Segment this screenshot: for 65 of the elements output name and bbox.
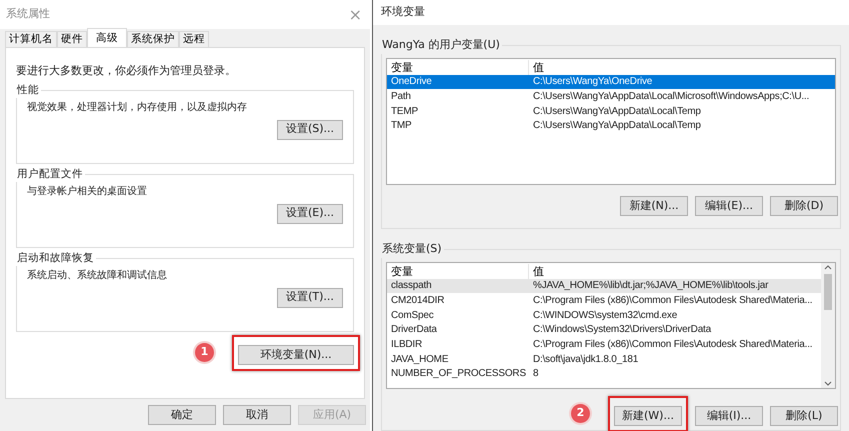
variable-name: classpath bbox=[390, 279, 432, 294]
column-header[interactable]: 值 bbox=[529, 60, 544, 74]
dialog-button[interactable]: 编辑(I)... bbox=[695, 406, 763, 426]
variable-name: JAVA_HOME bbox=[390, 352, 450, 367]
variable-value: C:\Users\WangYa\AppData\Local\Temp bbox=[532, 104, 701, 119]
variable-value: %JAVA_HOME%\lib\dt.jar;%JAVA_HOME%\lib\tools.jar bbox=[532, 279, 768, 294]
dialog-button[interactable]: 删除(L) bbox=[770, 406, 838, 426]
variable-value: D:\soft\java\jdk1.8.0_181 bbox=[532, 352, 638, 367]
group-description: 系统启动、系统故障和调试信息 bbox=[27, 268, 168, 284]
step-marker: 1 bbox=[195, 343, 214, 362]
group-title: 系统变量(S) bbox=[381, 241, 443, 257]
step-marker: 2 bbox=[571, 404, 590, 424]
variable-row[interactable]: JAVA_HOME D:\soft\java\jdk1.8.0_181 bbox=[387, 352, 821, 367]
tab[interactable]: 高级 bbox=[87, 28, 127, 47]
variable-name: Path bbox=[390, 90, 412, 104]
group-title: 性能 bbox=[16, 82, 40, 98]
dialog-button[interactable]: 删除(D) bbox=[770, 196, 838, 216]
variable-name: TEMP bbox=[390, 104, 419, 119]
variable-row[interactable]: DriverData C:\Windows\System32\Drivers\DriverData bbox=[387, 322, 821, 338]
variable-row[interactable]: OneDrive C:\Users\WangYa\OneDrive bbox=[387, 74, 835, 90]
variable-row[interactable]: ComSpec C:\WINDOWS\system32\cmd.exe bbox=[387, 308, 821, 323]
column-header[interactable]: 值 bbox=[529, 264, 544, 278]
dialog-button[interactable]: 新建(N)... bbox=[620, 196, 688, 216]
variable-name: OneDrive bbox=[390, 75, 433, 90]
group-description: 视觉效果，处理器计划，内存使用，以及虚拟内存 bbox=[27, 100, 248, 116]
dialog-button[interactable]: 设置(T)... bbox=[277, 288, 343, 308]
window-title: 环境变量 bbox=[381, 4, 425, 20]
variable-value: 8 bbox=[532, 367, 538, 382]
variable-row[interactable]: NUMBER_OF_PROCESSORS 8 bbox=[387, 366, 821, 382]
dialog-button[interactable]: 新建(W)... bbox=[614, 406, 682, 426]
variable-row[interactable]: Path C:\Users\WangYa\AppData\Local\Microsoft\WindowsApps;C:\U... bbox=[387, 89, 835, 104]
variable-name: CM2014DIR bbox=[390, 294, 446, 308]
window-title: 系统属性 bbox=[6, 6, 50, 22]
variable-value: C:\Windows\System32\Drivers\DriverData bbox=[532, 323, 711, 338]
dialog-button[interactable]: 设置(E)... bbox=[277, 204, 343, 224]
variable-name: ILBDIR bbox=[390, 338, 424, 352]
group-title: WangYa 的用户变量(U) bbox=[381, 37, 501, 53]
variable-value: C:\Users\WangYa\AppData\Local\Microsoft\WindowsApps;C:\U... bbox=[532, 90, 810, 104]
tab[interactable]: 远程 bbox=[179, 31, 209, 47]
variable-row[interactable]: TMP C:\Users\WangYa\AppData\Local\Temp bbox=[387, 118, 835, 134]
variable-name: NUMBER_OF_PROCESSORS bbox=[390, 367, 527, 382]
dialog-button[interactable]: 取消 bbox=[223, 405, 291, 425]
group-description: 与登录帐户相关的桌面设置 bbox=[27, 184, 148, 200]
variable-value: C:\Program Files (x86)\Common Files\Autodesk Shared\Materia... bbox=[532, 338, 812, 352]
variable-row[interactable]: CM2014DIR C:\Program Files (x86)\Common Files\Autodesk Shared\Materia... bbox=[387, 293, 821, 308]
variable-row[interactable]: TEMP C:\Users\WangYa\AppData\Local\Temp bbox=[387, 104, 835, 119]
dialog-button[interactable]: 编辑(E)... bbox=[695, 196, 763, 216]
dialog-button[interactable]: 确定 bbox=[148, 405, 216, 425]
variable-value: C:\Users\WangYa\OneDrive bbox=[532, 75, 652, 90]
tab[interactable]: 系统保护 bbox=[127, 31, 179, 47]
variable-row[interactable]: classpath %JAVA_HOME%\lib\dt.jar;%JAVA_HOME%\lib\tools.jar bbox=[387, 278, 821, 294]
tab[interactable]: 计算机名 bbox=[5, 31, 57, 47]
variable-value: C:\WINDOWS\system32\cmd.exe bbox=[532, 308, 678, 323]
variable-value: C:\Program Files (x86)\Common Files\Autodesk Shared\Materia... bbox=[532, 294, 812, 308]
variable-value: C:\Users\WangYa\AppData\Local\Temp bbox=[532, 119, 701, 134]
variable-row[interactable]: ILBDIR C:\Program Files (x86)\Common Files\Autodesk Shared\Materia... bbox=[387, 337, 821, 352]
group-title: 启动和故障恢复 bbox=[16, 250, 95, 266]
dialog-button[interactable]: 设置(S)... bbox=[277, 120, 343, 140]
variable-name: DriverData bbox=[390, 323, 438, 338]
variable-name: ComSpec bbox=[390, 308, 435, 323]
group-title: 用户配置文件 bbox=[16, 166, 84, 182]
tab[interactable]: 硬件 bbox=[57, 31, 87, 47]
variable-name: TMP bbox=[390, 119, 413, 134]
dialog-button[interactable]: 环境变量(N)... bbox=[238, 344, 354, 365]
admin-notice: 要进行大多数更改，你必须作为管理员登录。 bbox=[16, 63, 237, 79]
